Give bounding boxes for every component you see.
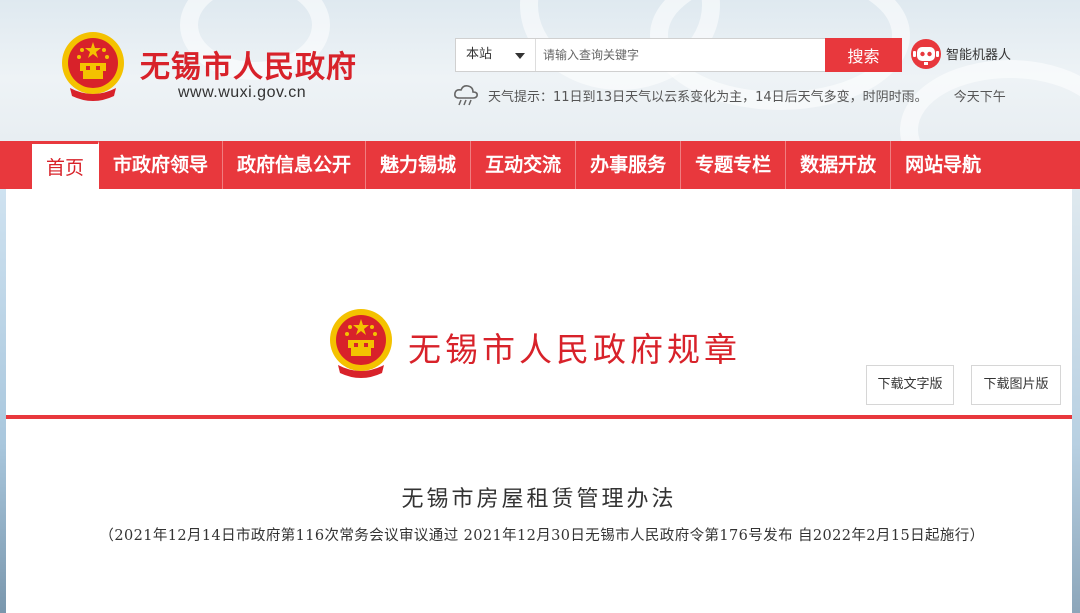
background-strip: [1072, 189, 1080, 613]
weather-ticker: 天气提示：11日到13日天气以云系变化为主，14日后天气多变，时阴时雨。 今天下…: [488, 86, 1080, 104]
nav-item-services[interactable]: 办事服务: [576, 141, 682, 189]
nav-item-info-disclosure[interactable]: 政府信息公开: [223, 141, 367, 189]
regulation-banner-title: 无锡市人民政府规章: [408, 330, 741, 369]
download-image-button[interactable]: 下载图片版: [971, 365, 1061, 405]
download-text-button[interactable]: 下载文字版: [866, 365, 954, 405]
site-name[interactable]: 无锡市人民政府: [140, 42, 357, 86]
site-header: 无锡市人民政府 www.wuxi.gov.cn 本站 搜索 智能机器人: [0, 0, 1080, 141]
nav-item-open-data[interactable]: 数据开放: [786, 141, 892, 189]
document-panel: 无锡市人民政府规章 下载文字版 下载图片版 无锡市房屋租赁管理办法 （2021年…: [6, 189, 1072, 613]
robot-label[interactable]: 智能机器人: [946, 44, 1011, 63]
search-bar: 本站 搜索: [455, 38, 902, 72]
nav-item-site-map[interactable]: 网站导航: [891, 141, 995, 189]
nav-item-charm-city[interactable]: 魅力锡城: [366, 141, 472, 189]
nav-item-interaction[interactable]: 互动交流: [471, 141, 577, 189]
robot-icon[interactable]: [910, 38, 942, 70]
nav-item-topics[interactable]: 专题专栏: [681, 141, 787, 189]
search-scope-select[interactable]: 本站: [456, 39, 536, 71]
chevron-down-icon: [515, 53, 525, 59]
main-nav: 首页 市政府领导 政府信息公开 魅力锡城 互动交流 办事服务 专题专栏 数据开放…: [0, 141, 1080, 189]
weather-text: 天气提示：11日到13日天气以云系变化为主，14日后天气多变，时阴时雨。: [488, 90, 928, 104]
search-button[interactable]: 搜索: [825, 38, 902, 72]
national-emblem-icon[interactable]: [60, 30, 126, 104]
site-url: www.wuxi.gov.cn: [178, 84, 307, 101]
article-title: 无锡市房屋租赁管理办法: [401, 487, 677, 512]
nav-item-leaders[interactable]: 市政府领导: [99, 141, 224, 189]
search-scope-label: 本站: [466, 47, 493, 62]
search-input[interactable]: [537, 39, 825, 71]
national-emblem-icon: [328, 307, 394, 381]
divider: [6, 415, 1072, 419]
cloud-rain-icon: [452, 84, 480, 106]
weather-extra: 今天下午: [953, 90, 1006, 104]
nav-item-home[interactable]: 首页: [32, 141, 100, 189]
article-meta: （2021年12月14日市政府第116次常务会议审议通过 2021年12月30日…: [99, 528, 985, 544]
